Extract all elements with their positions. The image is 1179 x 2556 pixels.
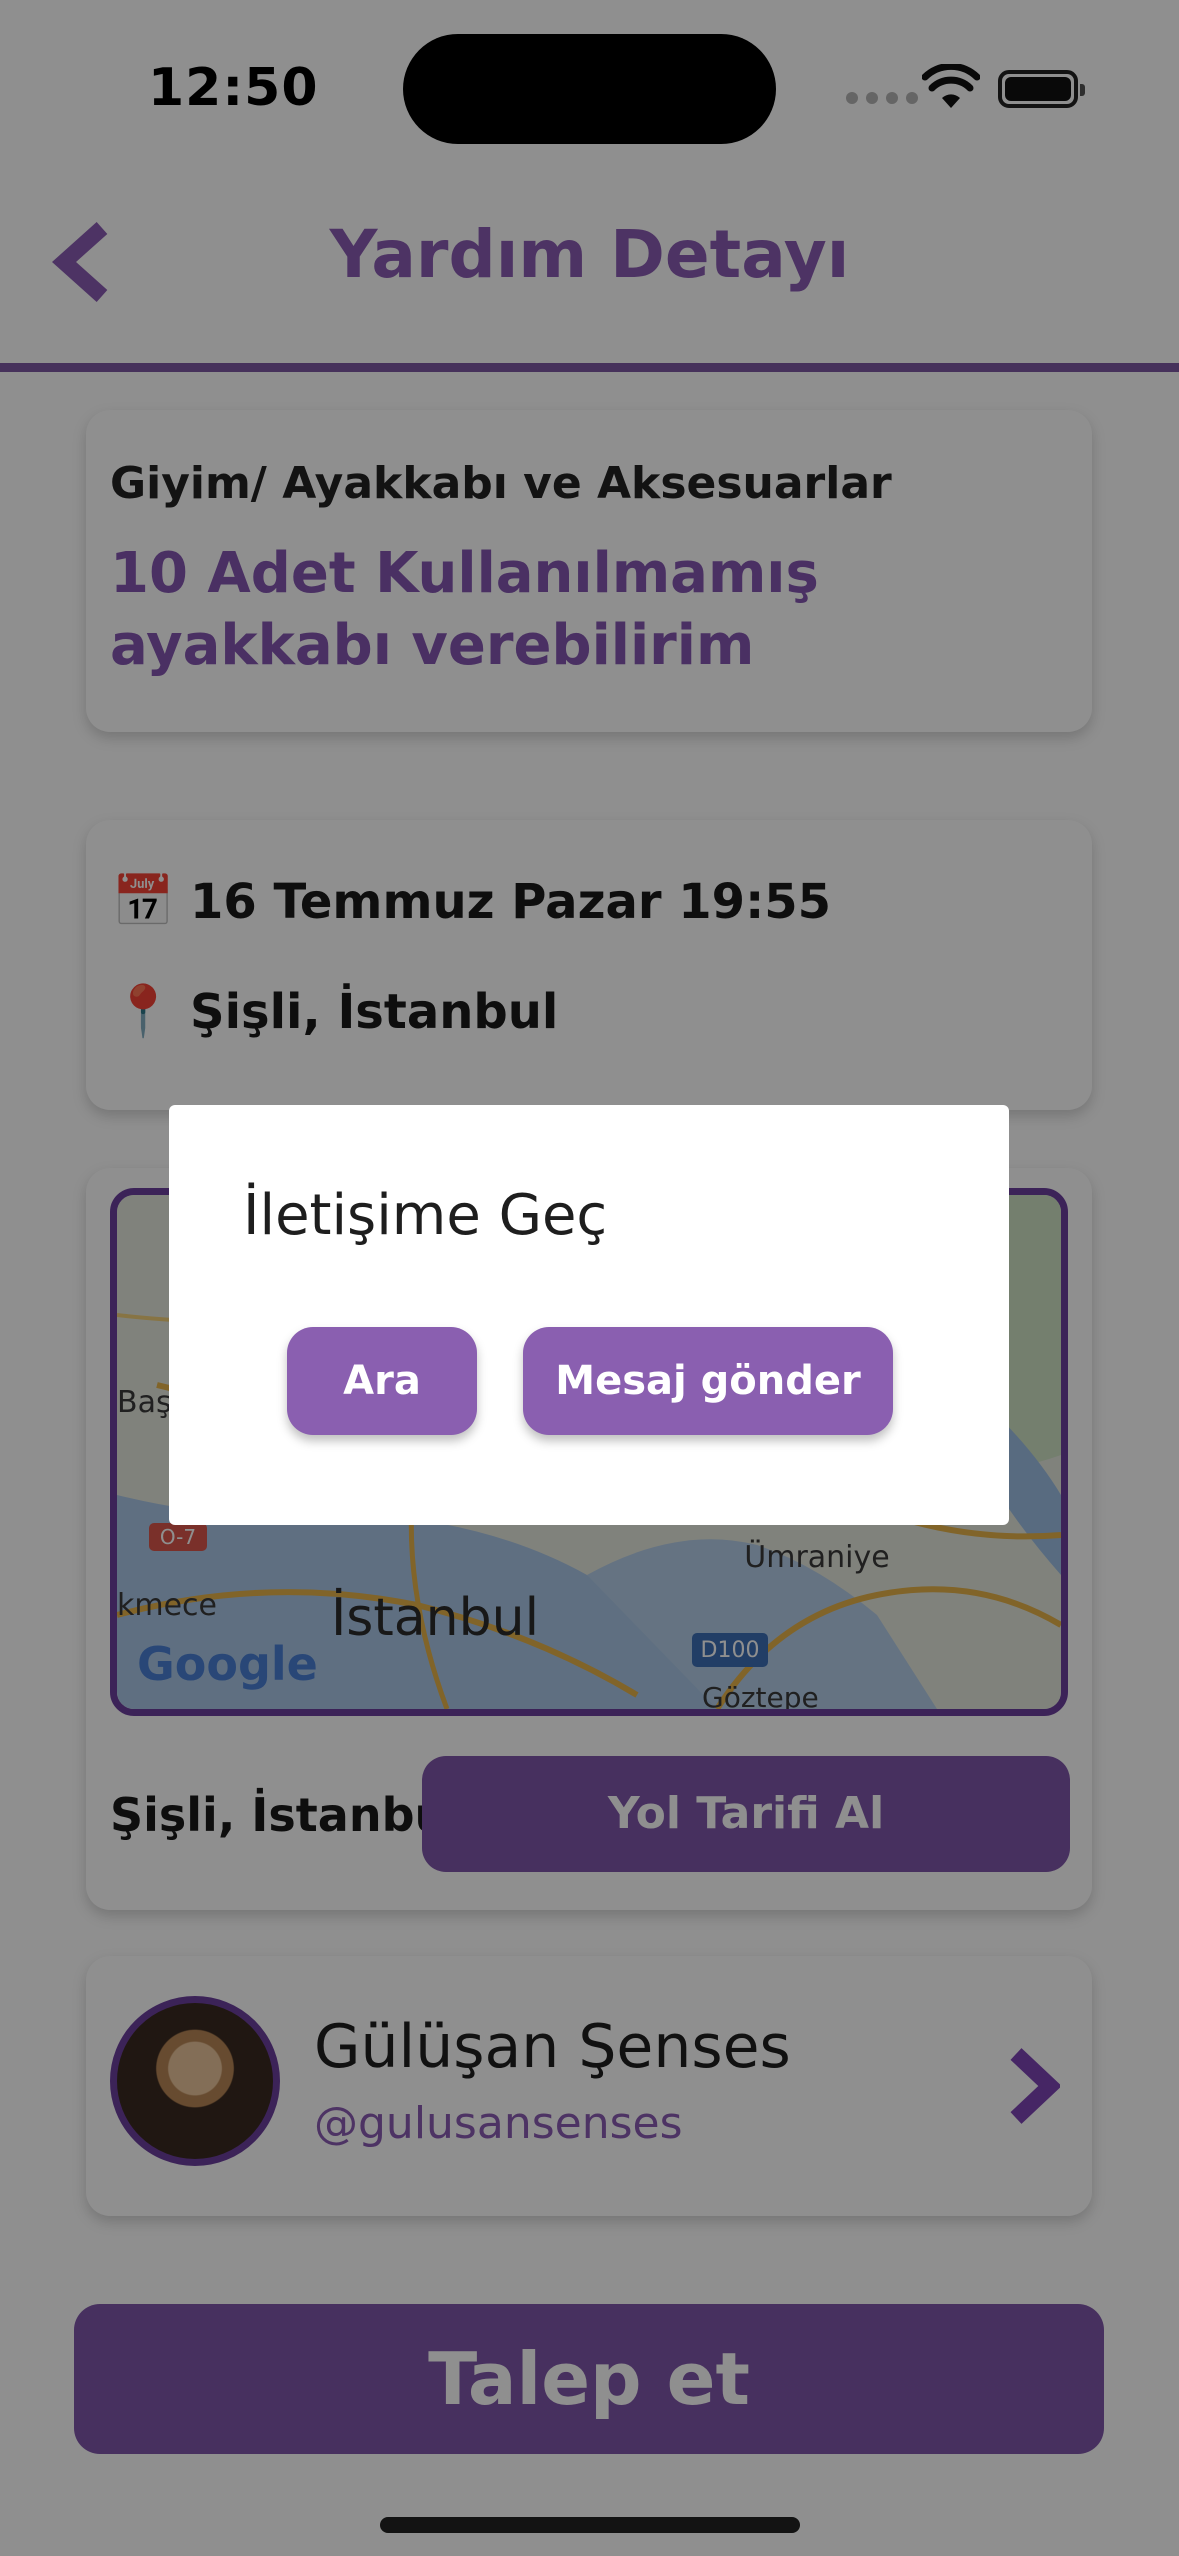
call-button[interactable]: Ara: [287, 1327, 477, 1435]
dialog-title: İletişime Geç: [243, 1183, 608, 1248]
contact-dialog: İletişime Geç Ara Mesaj gönder: [169, 1105, 1009, 1525]
send-message-button[interactable]: Mesaj gönder: [523, 1327, 893, 1435]
